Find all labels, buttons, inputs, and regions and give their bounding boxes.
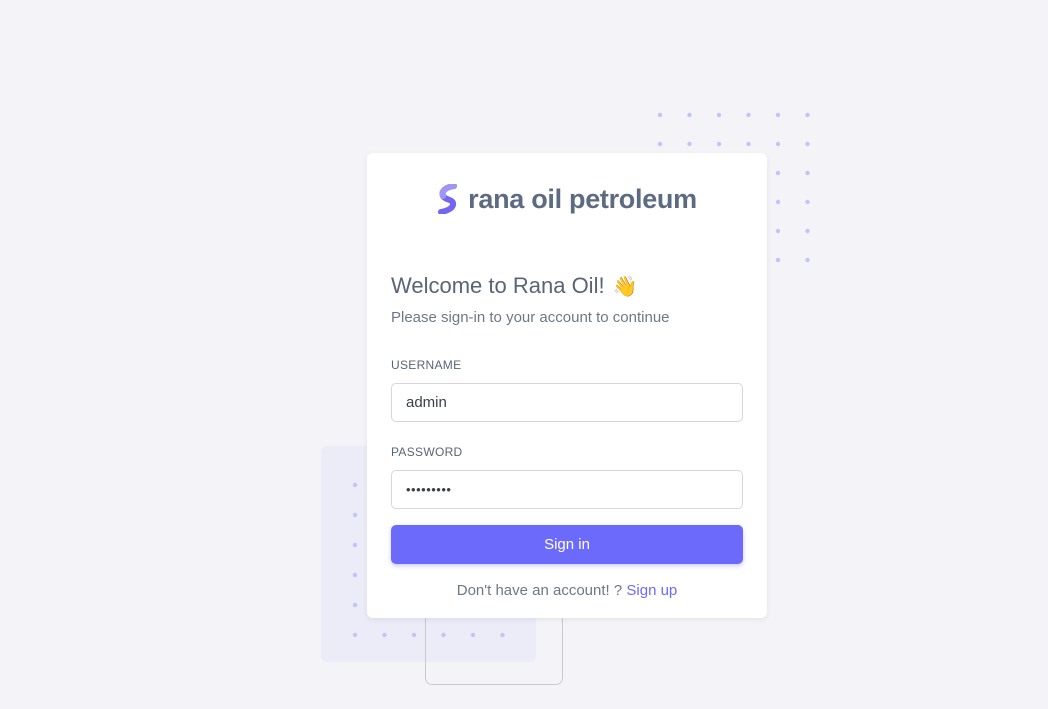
decorative-dot [411,632,417,638]
brand: rana oil petroleum [391,182,743,216]
decorative-dot [687,112,692,118]
decorative-dot [382,632,387,638]
brand-name: rana oil petroleum [468,183,697,214]
signup-prompt: Don't have an account! ? Sign up [391,582,743,599]
decorative-dot [775,170,781,176]
decorative-dot [352,512,358,518]
decorative-dot [352,542,358,548]
decorative-dot [352,632,358,638]
sign-in-button[interactable]: Sign in [391,525,743,564]
decorative-dot [352,482,358,488]
decorative-dot [775,199,781,205]
decorative-dot [775,112,781,118]
welcome-title-text: Welcome to Rana Oil! [391,273,605,298]
decorative-dot [470,632,476,638]
password-input[interactable]: ••••••••• [391,470,743,509]
decorative-dot [716,141,722,147]
s-logo-icon [437,183,459,215]
waving-hand-icon: 👋 [612,275,638,298]
login-card: rana oil petroleum Welcome to Rana Oil! … [367,153,767,618]
decorative-dot [805,257,810,263]
decorative-dot [805,199,810,205]
decorative-dot [805,141,810,147]
welcome-subtitle: Please sign-in to your account to contin… [391,309,670,326]
decorative-dot [805,170,810,176]
decorative-dot [500,632,505,638]
welcome-title: Welcome to Rana Oil! 👋 [391,273,743,299]
decorative-dot [775,257,781,263]
decorative-dot [805,228,810,234]
decorative-dot [716,112,722,118]
decorative-dot [441,632,446,638]
decorative-dot [746,141,751,147]
decorative-dot [775,141,781,147]
decorative-dot [746,112,751,118]
decorative-dot [352,602,358,608]
decorative-dot [657,141,663,147]
decorative-dot [775,228,781,234]
signup-prompt-text: Don't have an account! ? [456,582,627,599]
decorative-dot [687,141,692,147]
password-label: PASSWORD [391,445,463,459]
sign-up-link[interactable]: Sign up [626,582,677,599]
decorative-dot [805,112,810,118]
decorative-dot [352,572,358,578]
username-label: USERNAME [391,358,462,372]
username-input[interactable]: admin [391,383,743,422]
decorative-dot [657,112,663,118]
